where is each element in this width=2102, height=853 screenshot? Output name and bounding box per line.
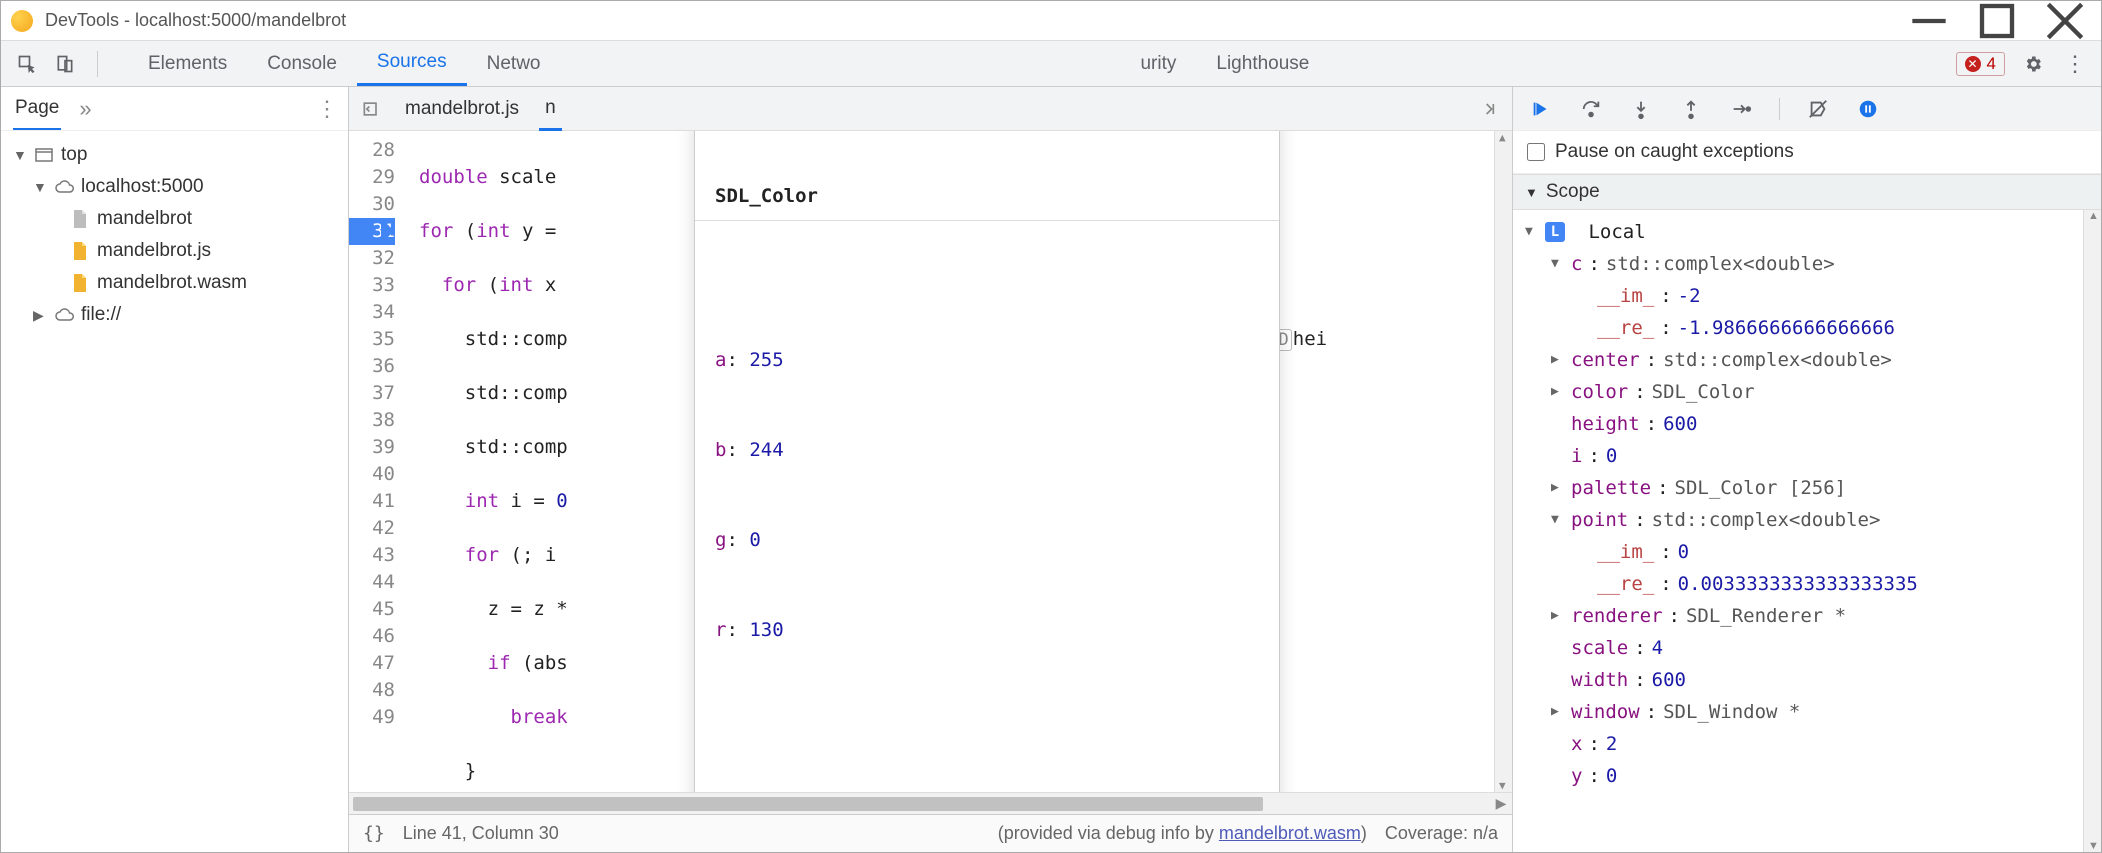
device-toolbar-icon[interactable]: [51, 50, 79, 78]
tree-file-scheme[interactable]: ▶ file://: [9, 299, 340, 331]
navigator-menu-icon[interactable]: ⋮: [316, 96, 336, 122]
pause-caught-checkbox[interactable]: [1527, 143, 1545, 161]
source-editor: mandelbrot.js n 282930 31 32333435363738…: [349, 87, 1513, 852]
scope-local[interactable]: L Local: [1525, 216, 2083, 248]
scope-section-header[interactable]: ▼Scope: [1513, 174, 2101, 210]
file-icon: [69, 274, 91, 292]
scope-var-x[interactable]: x: 2: [1525, 728, 2083, 760]
tab-network[interactable]: Netwo: [467, 41, 561, 86]
tab-console[interactable]: Console: [247, 41, 357, 86]
editor-vertical-scrollbar[interactable]: [1494, 131, 1512, 792]
line-number-gutter[interactable]: 282930 31 323334353637383940414243444546…: [349, 131, 405, 792]
error-count: 4: [1987, 54, 1996, 74]
scope-var-point-im[interactable]: __im_: 0: [1525, 536, 2083, 568]
tree-file-mandelbrot-js[interactable]: mandelbrot.js: [9, 235, 340, 267]
tree-top[interactable]: ▼ top: [9, 139, 340, 171]
error-icon: ✕: [1965, 56, 1981, 72]
execution-line-marker: 31: [349, 218, 395, 245]
cloud-icon: [53, 308, 75, 322]
step-out-icon[interactable]: [1677, 95, 1705, 123]
navigator-more-icon[interactable]: »: [79, 96, 91, 122]
tree-file-mandelbrot[interactable]: mandelbrot: [9, 203, 340, 235]
scope-var-point-re[interactable]: __re_: 0.0033333333333333335: [1525, 568, 2083, 600]
file-icon: [69, 242, 91, 260]
titlebar: DevTools - localhost:5000/mandelbrot: [1, 1, 2101, 41]
scope-var-color[interactable]: color: SDL_Color: [1525, 376, 2083, 408]
navigator-sidebar: Page » ⋮ ▼ top ▼ localhost:5000 mandelbr…: [1, 87, 349, 852]
pretty-print-icon[interactable]: {}: [363, 823, 385, 844]
settings-gear-icon[interactable]: [2019, 50, 2047, 78]
navigator-tab-page[interactable]: Page: [13, 87, 61, 130]
scope-var-scale[interactable]: scale: 4: [1525, 632, 2083, 664]
debugger-sidebar: Pause on caught exceptions ▼Scope L Loca…: [1513, 87, 2101, 852]
tab-security-fragment[interactable]: urity: [1120, 41, 1196, 86]
coverage-label: Coverage: n/a: [1385, 823, 1498, 844]
window-maximize-button[interactable]: [1977, 6, 2017, 36]
devtools-logo-icon: [11, 10, 33, 32]
scope-var-c-im[interactable]: __im_: -2: [1525, 280, 2083, 312]
scope-var-height[interactable]: height: 600: [1525, 408, 2083, 440]
scope-var-c-re[interactable]: __re_: -1.9866666666666666: [1525, 312, 2083, 344]
editor-status-bar: {} Line 41, Column 30 (provided via debu…: [349, 814, 1512, 852]
tab-sources[interactable]: Sources: [357, 41, 467, 86]
scope-vertical-scrollbar[interactable]: [2083, 210, 2101, 852]
inspect-element-icon[interactable]: [13, 50, 41, 78]
cursor-position: Line 41, Column 30: [403, 823, 559, 844]
code-content[interactable]: double scale for (int y = for (int x std…: [405, 131, 1494, 792]
scope-var-window[interactable]: window: SDL_Window *: [1525, 696, 2083, 728]
tab-elements[interactable]: Elements: [128, 41, 247, 86]
scope-var-c[interactable]: c: std::complex<double>: [1525, 248, 2083, 280]
error-count-badge[interactable]: ✕ 4: [1956, 52, 2005, 76]
step-over-icon[interactable]: [1577, 95, 1605, 123]
scope-var-i[interactable]: i: 0: [1525, 440, 2083, 472]
scope-var-center[interactable]: center: std::complex<double>: [1525, 344, 2083, 376]
tab-lighthouse[interactable]: Lighthouse: [1196, 41, 1329, 86]
window-close-button[interactable]: [2045, 6, 2085, 36]
history-nav-icon[interactable]: [357, 95, 385, 123]
devtools-toolbar: Elements Console Sources Netwo urity Lig…: [1, 41, 2101, 87]
window-minimize-button[interactable]: [1909, 6, 1949, 36]
go-to-end-icon[interactable]: [1476, 95, 1504, 123]
scope-var-point[interactable]: point: std::complex<double>: [1525, 504, 2083, 536]
editor-horizontal-scrollbar[interactable]: ▶: [349, 792, 1512, 814]
tooltip-title: SDL_Color: [695, 171, 1279, 221]
debug-info-link[interactable]: mandelbrot.wasm: [1219, 823, 1361, 843]
scope-var-renderer[interactable]: renderer: SDL_Renderer *: [1525, 600, 2083, 632]
pause-caught-label: Pause on caught exceptions: [1555, 141, 1794, 163]
window-frame-icon: [33, 148, 55, 162]
value-tooltip: SDL_Color a: 255 b: 244 g: 0 r: 130: [694, 131, 1280, 792]
step-icon[interactable]: [1727, 95, 1755, 123]
pause-on-exceptions-icon[interactable]: [1854, 95, 1882, 123]
step-into-icon[interactable]: [1627, 95, 1655, 123]
file-icon: [69, 210, 91, 228]
cloud-icon: [53, 180, 75, 194]
editor-tab-mandelbrot-js[interactable]: mandelbrot.js: [399, 88, 525, 129]
resume-icon[interactable]: [1527, 95, 1555, 123]
tree-file-mandelbrot-wasm[interactable]: mandelbrot.wasm: [9, 267, 340, 299]
more-menu-icon[interactable]: ⋮: [2061, 50, 2089, 78]
scope-var-palette[interactable]: palette: SDL_Color [256]: [1525, 472, 2083, 504]
local-badge-icon: L: [1545, 222, 1565, 242]
tree-host[interactable]: ▼ localhost:5000: [9, 171, 340, 203]
scope-var-y[interactable]: y: 0: [1525, 760, 2083, 792]
scope-var-width[interactable]: width: 600: [1525, 664, 2083, 696]
deactivate-breakpoints-icon[interactable]: [1804, 95, 1832, 123]
window-title: DevTools - localhost:5000/mandelbrot: [45, 10, 1909, 31]
editor-tab-active-fragment[interactable]: n: [539, 87, 562, 131]
debug-info-source: (provided via debug info by mandelbrot.w…: [998, 823, 1367, 844]
